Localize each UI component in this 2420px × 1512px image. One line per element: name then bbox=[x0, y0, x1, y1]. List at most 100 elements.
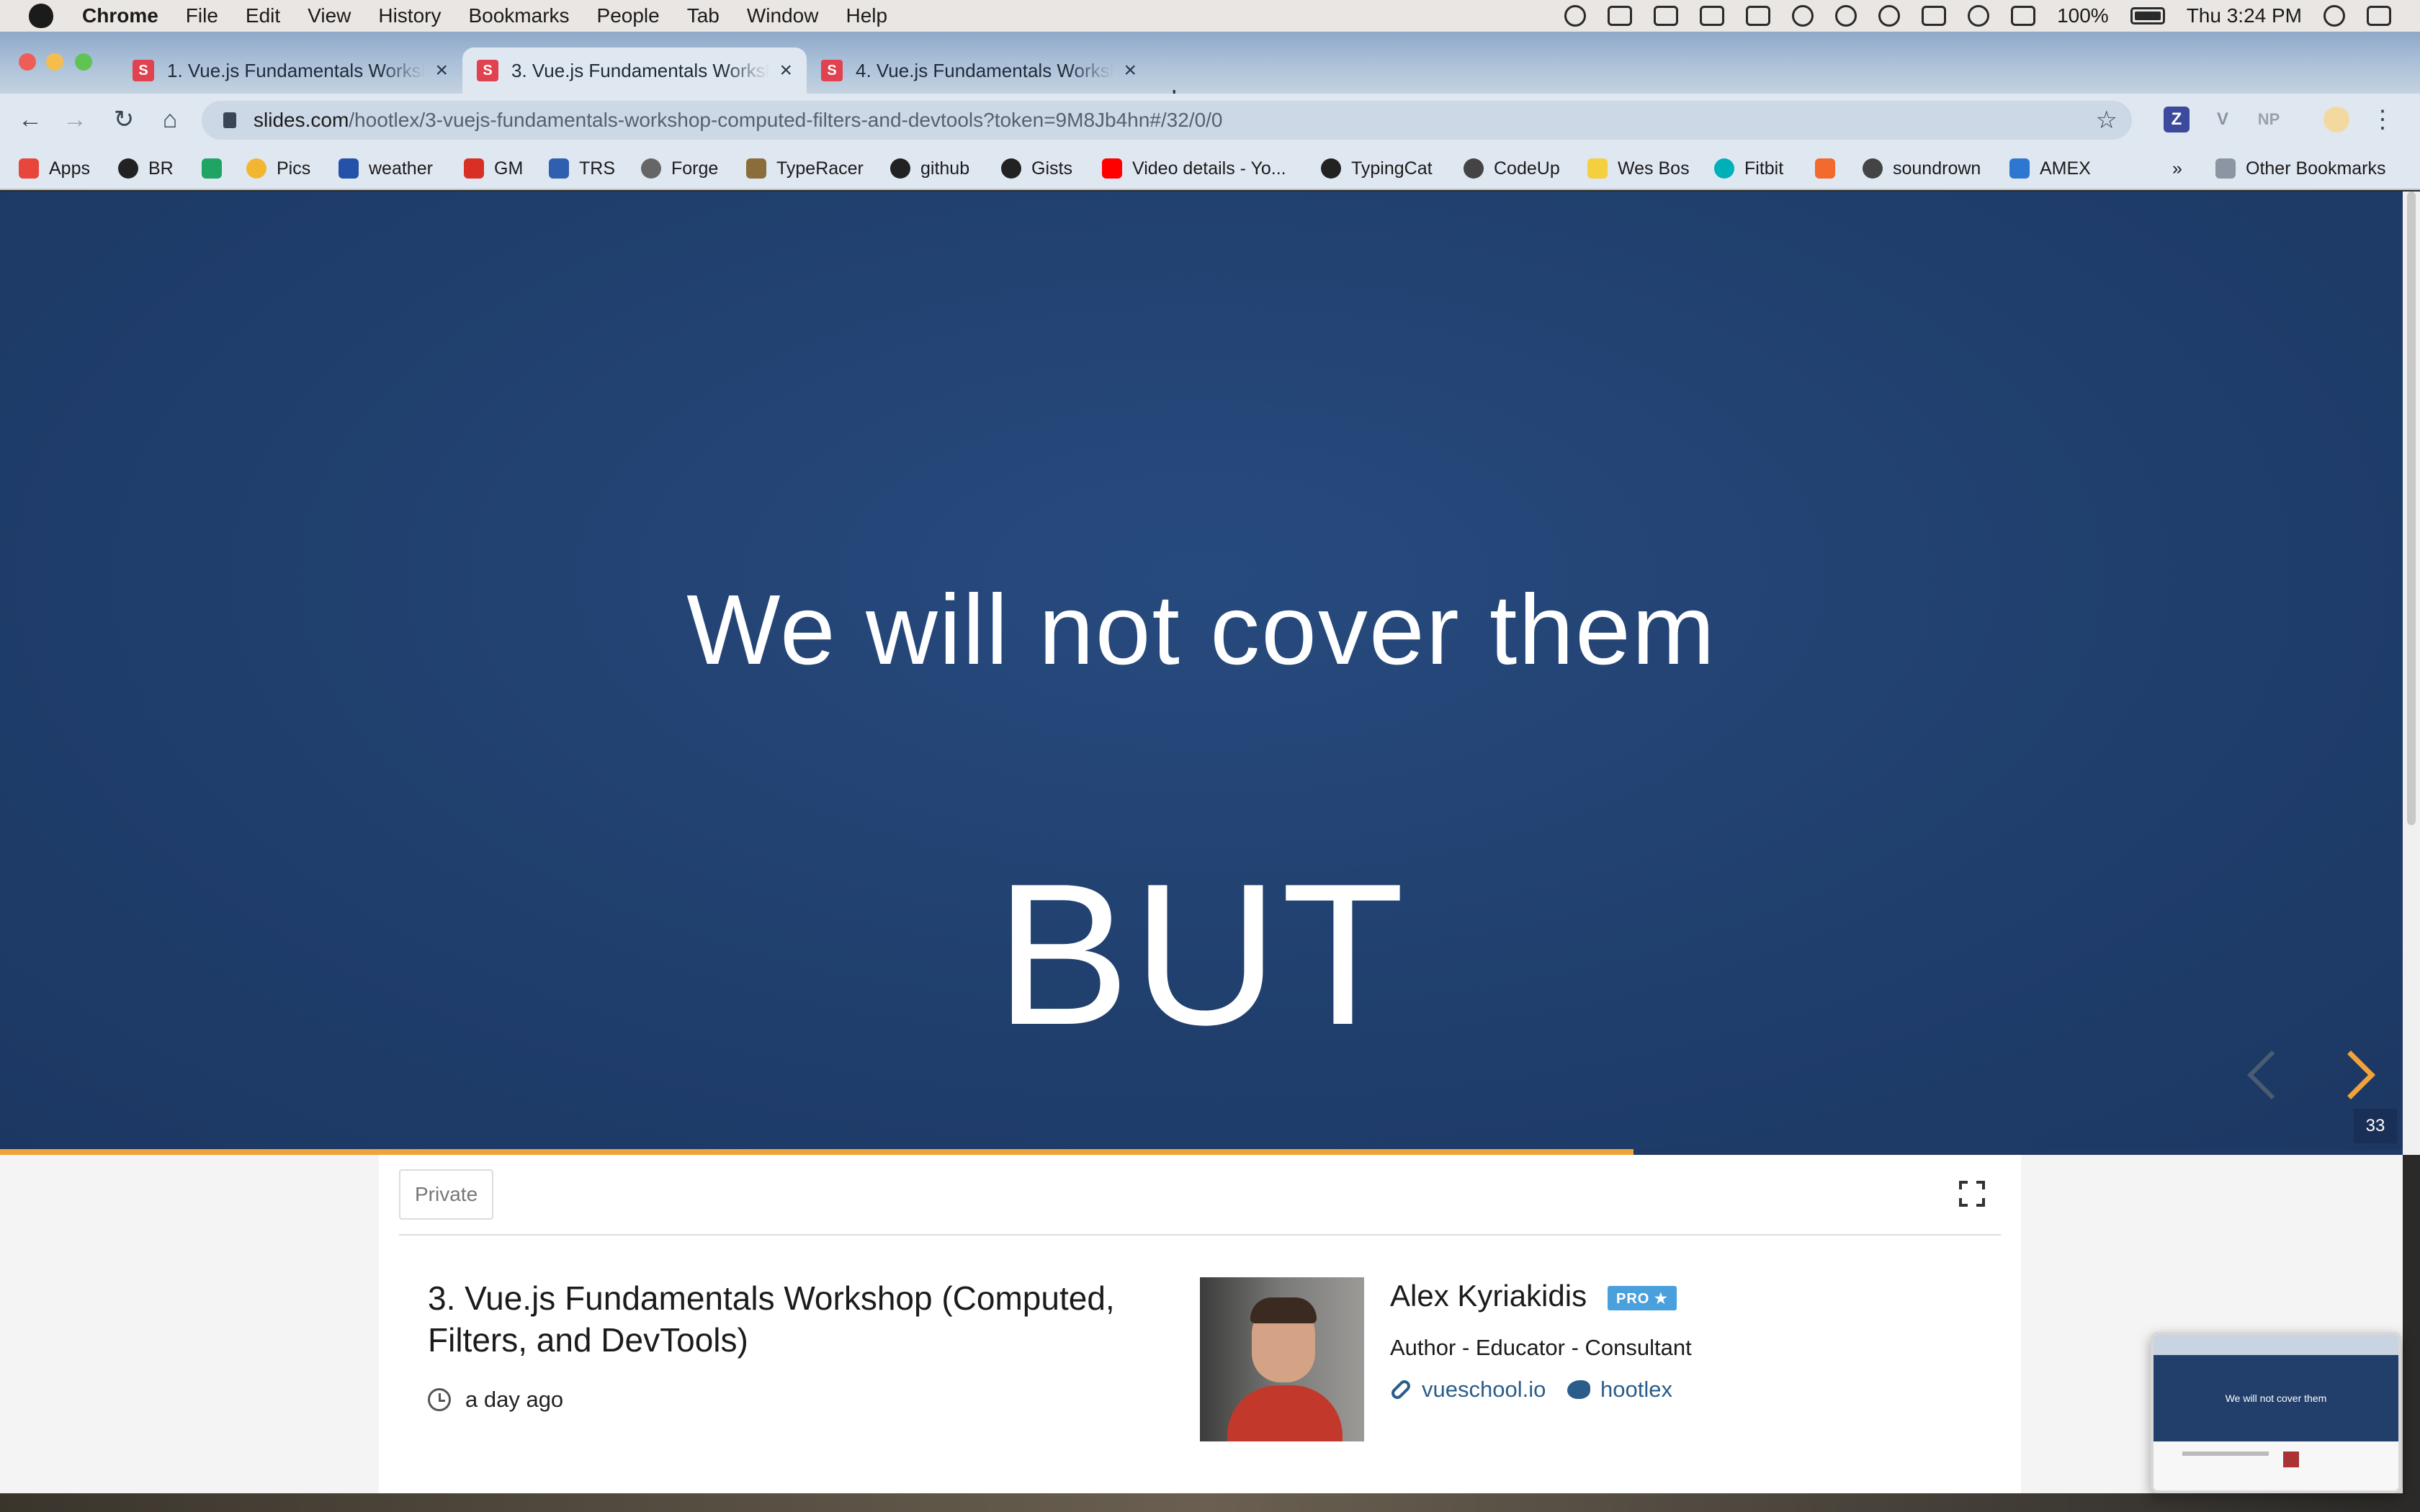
bookmark-label: Pics bbox=[277, 158, 311, 179]
bookmark-label: github bbox=[920, 158, 970, 179]
bookmark-wes-bos[interactable]: Wes Bos bbox=[1587, 147, 1690, 190]
bookmark-br[interactable]: BR bbox=[118, 147, 174, 190]
screenshot-thumbnail[interactable]: We will not cover them bbox=[2151, 1332, 2401, 1493]
browser-toolbar: ← → ↻ ⌂ slides.com /hootlex/3-vuejs-fund… bbox=[0, 94, 2420, 147]
bookmark-typeracer[interactable]: TypeRacer bbox=[746, 147, 864, 190]
fullscreen-icon[interactable] bbox=[1959, 1181, 1985, 1207]
tab-title: 3. Vue.js Fundamentals Workshop bbox=[511, 59, 770, 81]
bookmark-codeup[interactable]: CodeUp bbox=[1464, 147, 1560, 190]
menu-people[interactable]: People bbox=[597, 4, 660, 27]
bookmark-label: TRS bbox=[579, 158, 615, 179]
bookmark-label: Forge bbox=[671, 158, 719, 179]
bookmarks-overflow-button[interactable]: » bbox=[2172, 147, 2182, 190]
bookmark-gists[interactable]: Gists bbox=[1001, 147, 1072, 190]
menu-edit[interactable]: Edit bbox=[246, 4, 280, 27]
creative-cloud-icon[interactable] bbox=[1564, 5, 1587, 27]
profile-avatar-icon[interactable] bbox=[2323, 107, 2349, 132]
back-arrow-icon[interactable]: ← bbox=[14, 104, 46, 135]
adobe-icon[interactable] bbox=[1654, 6, 1679, 26]
author-avatar[interactable] bbox=[1200, 1277, 1364, 1441]
gmail-icon bbox=[464, 158, 484, 179]
apple-menu-icon[interactable] bbox=[29, 4, 53, 28]
bookmark-video-details[interactable]: Video details - Yo... bbox=[1102, 147, 1286, 190]
notification-center-icon[interactable] bbox=[2367, 6, 2391, 26]
author-name[interactable]: Alex Kyriakidis bbox=[1390, 1279, 1587, 1313]
bookmark-amex[interactable]: AMEX bbox=[2009, 147, 2091, 190]
menu-view[interactable]: View bbox=[308, 4, 351, 27]
visibility-badge[interactable]: Private bbox=[399, 1169, 494, 1220]
pro-badge: PRO ★ bbox=[1608, 1286, 1677, 1310]
bookmark-label: Gists bbox=[1031, 158, 1072, 179]
bookmark-trs[interactable]: TRS bbox=[549, 147, 615, 190]
glasses-icon[interactable] bbox=[1746, 6, 1771, 26]
bookmark-weather[interactable]: weather bbox=[339, 147, 433, 190]
menu-tab[interactable]: Tab bbox=[687, 4, 720, 27]
bookmark-label: Wes Bos bbox=[1618, 158, 1690, 179]
reload-icon[interactable]: ↻ bbox=[108, 104, 140, 135]
menu-help[interactable]: Help bbox=[846, 4, 887, 27]
menu-window[interactable]: Window bbox=[747, 4, 819, 27]
tab-2-active[interactable]: S 3. Vue.js Fundamentals Workshop × bbox=[462, 48, 807, 94]
forge-icon bbox=[641, 158, 661, 179]
bookmark-strava[interactable] bbox=[1815, 147, 1835, 190]
spotlight-icon[interactable] bbox=[2323, 5, 2345, 27]
tab-close-icon[interactable]: × bbox=[435, 58, 448, 83]
bookmark-drive[interactable] bbox=[202, 147, 222, 190]
audio-levels-icon[interactable] bbox=[1700, 6, 1725, 26]
bookmark-typingcat[interactable]: TypingCat bbox=[1321, 147, 1433, 190]
other-bookmarks[interactable]: Other Bookmarks bbox=[2215, 147, 2386, 190]
window-close-button[interactable] bbox=[19, 53, 36, 71]
vue-devtools-extension-icon[interactable]: V bbox=[2210, 107, 2236, 132]
author-website-text: vueschool.io bbox=[1422, 1377, 1546, 1402]
author-twitter-link[interactable]: hootlex bbox=[1567, 1377, 1672, 1403]
np-extension-icon[interactable]: NP bbox=[2256, 107, 2282, 132]
time-machine-icon[interactable] bbox=[1835, 5, 1857, 27]
author-website-link[interactable]: vueschool.io bbox=[1389, 1377, 1546, 1403]
tab-close-icon[interactable]: × bbox=[779, 58, 792, 83]
forward-arrow-icon[interactable]: → bbox=[59, 104, 91, 135]
bookmark-gm[interactable]: GM bbox=[464, 147, 523, 190]
slides-favicon-icon: S bbox=[133, 60, 154, 81]
wifi-icon[interactable] bbox=[1968, 5, 1990, 27]
zotero-extension-icon[interactable]: Z bbox=[2164, 107, 2190, 132]
page-scrollbar[interactable] bbox=[2403, 192, 2420, 1155]
window-minimize-button[interactable] bbox=[46, 53, 63, 71]
bookmark-label: Fitbit bbox=[1744, 158, 1784, 179]
link-icon bbox=[1389, 1377, 1413, 1402]
tab-3[interactable]: S 4. Vue.js Fundamentals Workshop × bbox=[807, 48, 1151, 94]
address-bar[interactable]: slides.com /hootlex/3-vuejs-fundamentals… bbox=[202, 101, 2132, 140]
chrome-menu-icon[interactable]: ⋮ bbox=[2367, 104, 2398, 135]
bookmark-github[interactable]: github bbox=[890, 147, 969, 190]
bookmark-fitbit[interactable]: Fitbit bbox=[1714, 147, 1783, 190]
volume-icon[interactable] bbox=[2011, 6, 2036, 26]
bookmark-apps[interactable]: Apps bbox=[19, 147, 90, 190]
lock-icon[interactable] bbox=[223, 112, 236, 128]
bookmark-star-icon[interactable]: ☆ bbox=[2096, 106, 2118, 135]
home-icon[interactable]: ⌂ bbox=[154, 104, 186, 135]
menu-file[interactable]: File bbox=[186, 4, 218, 27]
globe-icon bbox=[1863, 158, 1883, 179]
presentation-slide[interactable]: We will not cover them BUT bbox=[0, 192, 2403, 1153]
keyboard-icon[interactable] bbox=[1922, 6, 1947, 26]
crown-icon bbox=[1587, 158, 1608, 179]
accessibility-icon[interactable] bbox=[1792, 5, 1814, 27]
bluetooth-icon[interactable] bbox=[1878, 5, 1901, 27]
tab-close-icon[interactable]: × bbox=[1124, 58, 1137, 83]
menu-history[interactable]: History bbox=[378, 4, 441, 27]
bookmark-pics[interactable]: Pics bbox=[246, 147, 310, 190]
bookmark-soundrown[interactable]: soundrown bbox=[1863, 147, 1981, 190]
docker-icon[interactable] bbox=[1608, 6, 1633, 26]
bookmark-label: Video details - Yo... bbox=[1132, 158, 1286, 179]
url-path: /hootlex/3-vuejs-fundamentals-workshop-c… bbox=[349, 109, 1223, 131]
bookmark-forge[interactable]: Forge bbox=[641, 147, 718, 190]
menu-bookmarks[interactable]: Bookmarks bbox=[468, 4, 569, 27]
menubar-clock[interactable]: Thu 3:24 PM bbox=[2187, 4, 2302, 27]
window-zoom-button[interactable] bbox=[75, 53, 92, 71]
scrollbar-thumb[interactable] bbox=[2407, 192, 2416, 825]
battery-percent: 100% bbox=[2057, 4, 2109, 27]
clock-icon bbox=[428, 1388, 451, 1411]
tab-1[interactable]: S 1. Vue.js Fundamentals Workshop × bbox=[118, 48, 462, 94]
slide-number: 33 bbox=[2354, 1109, 2397, 1143]
battery-icon[interactable] bbox=[2130, 7, 2165, 24]
menu-app-name[interactable]: Chrome bbox=[82, 4, 158, 27]
